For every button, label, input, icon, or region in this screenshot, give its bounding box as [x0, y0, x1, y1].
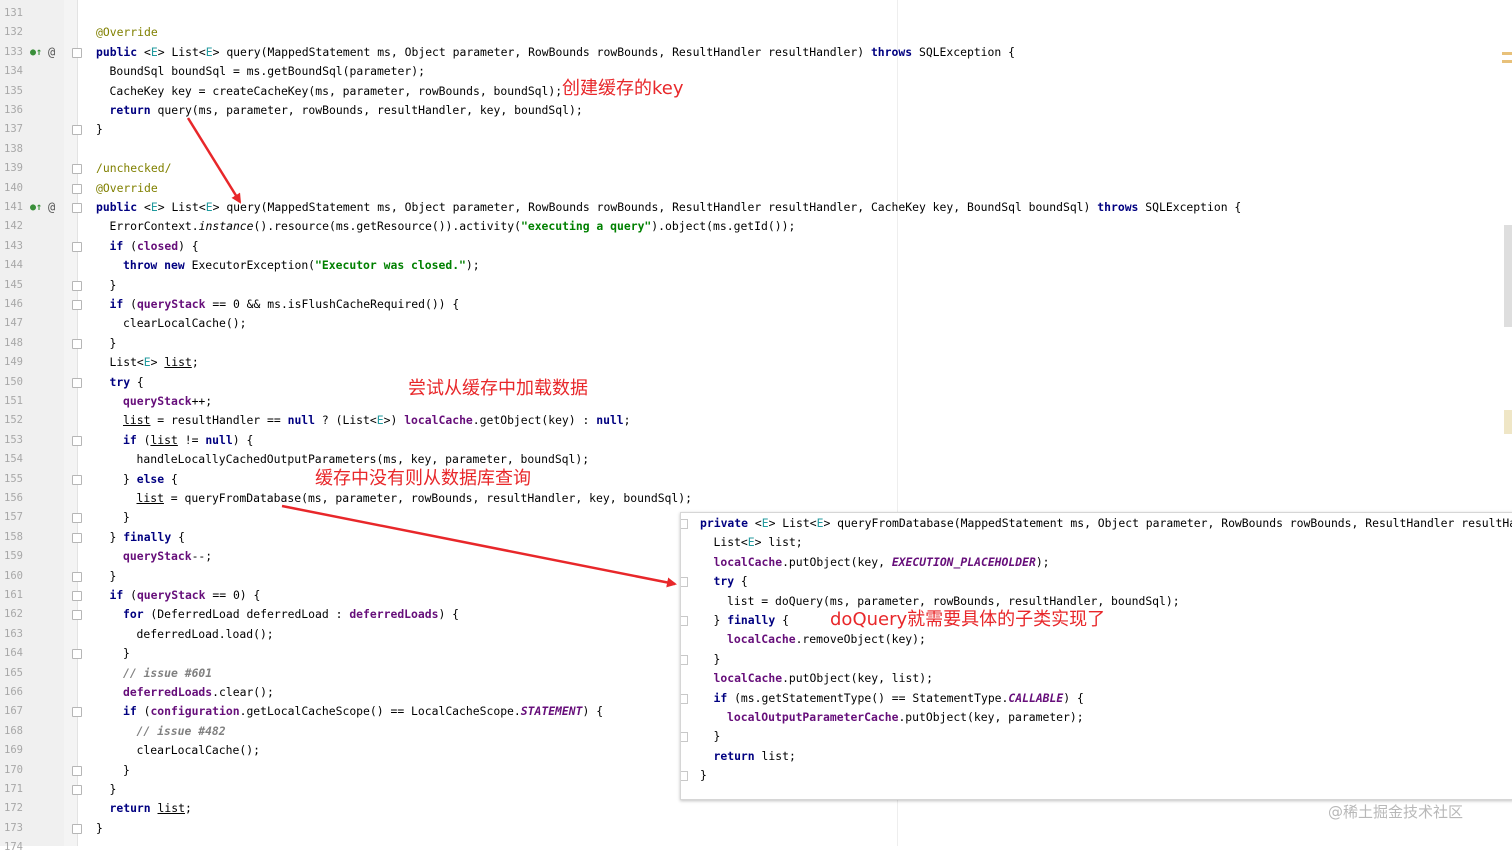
annotation-arrows — [186, 117, 677, 588]
vertical-scrollbar[interactable] — [1504, 225, 1512, 327]
error-stripe-mark[interactable] — [1502, 52, 1512, 55]
error-stripe-mark[interactable] — [1502, 60, 1512, 63]
arrow-to-query — [186, 117, 242, 204]
watermark: @稀土掘金技术社区 — [1328, 803, 1464, 821]
arrow-to-query-from-database — [281, 504, 677, 588]
highlight-stripe-mark[interactable] — [1504, 410, 1512, 434]
